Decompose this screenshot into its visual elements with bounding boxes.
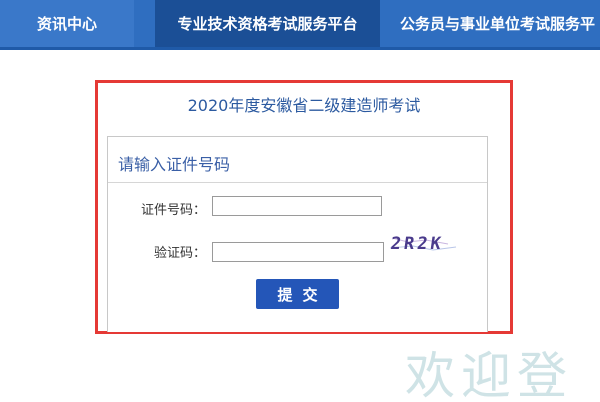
panel-divider: [108, 182, 487, 183]
submit-button[interactable]: 提交: [256, 279, 339, 309]
welcome-watermark: 欢迎登: [405, 347, 573, 402]
top-navigation-bar: 资讯中心 专业技术资格考试服务平台 公务员与事业单位考试服务平: [0, 0, 600, 50]
captcha-input[interactable]: [212, 242, 384, 262]
nav-item-civil-service-exam-platform[interactable]: 公务员与事业单位考试服务平: [400, 0, 600, 47]
id-number-input[interactable]: [212, 196, 382, 216]
exam-title: 2020年度安徽省二级建造师考试: [187, 96, 421, 115]
captcha-label: 验证码：: [153, 246, 206, 261]
id-number-label: 证件号码：: [140, 203, 206, 218]
page: 资讯中心 专业技术资格考试服务平台 公务员与事业单位考试服务平 2020年度安徽…: [0, 0, 600, 402]
panel-heading: 请输入证件号码: [118, 155, 231, 174]
captcha-image[interactable]: 2R2K: [388, 228, 458, 256]
captcha-text: 2R2K: [389, 234, 445, 254]
nav-item-professional-exam-platform[interactable]: 专业技术资格考试服务平台: [155, 0, 380, 47]
nav-item-news-center[interactable]: 资讯中心: [0, 0, 134, 47]
